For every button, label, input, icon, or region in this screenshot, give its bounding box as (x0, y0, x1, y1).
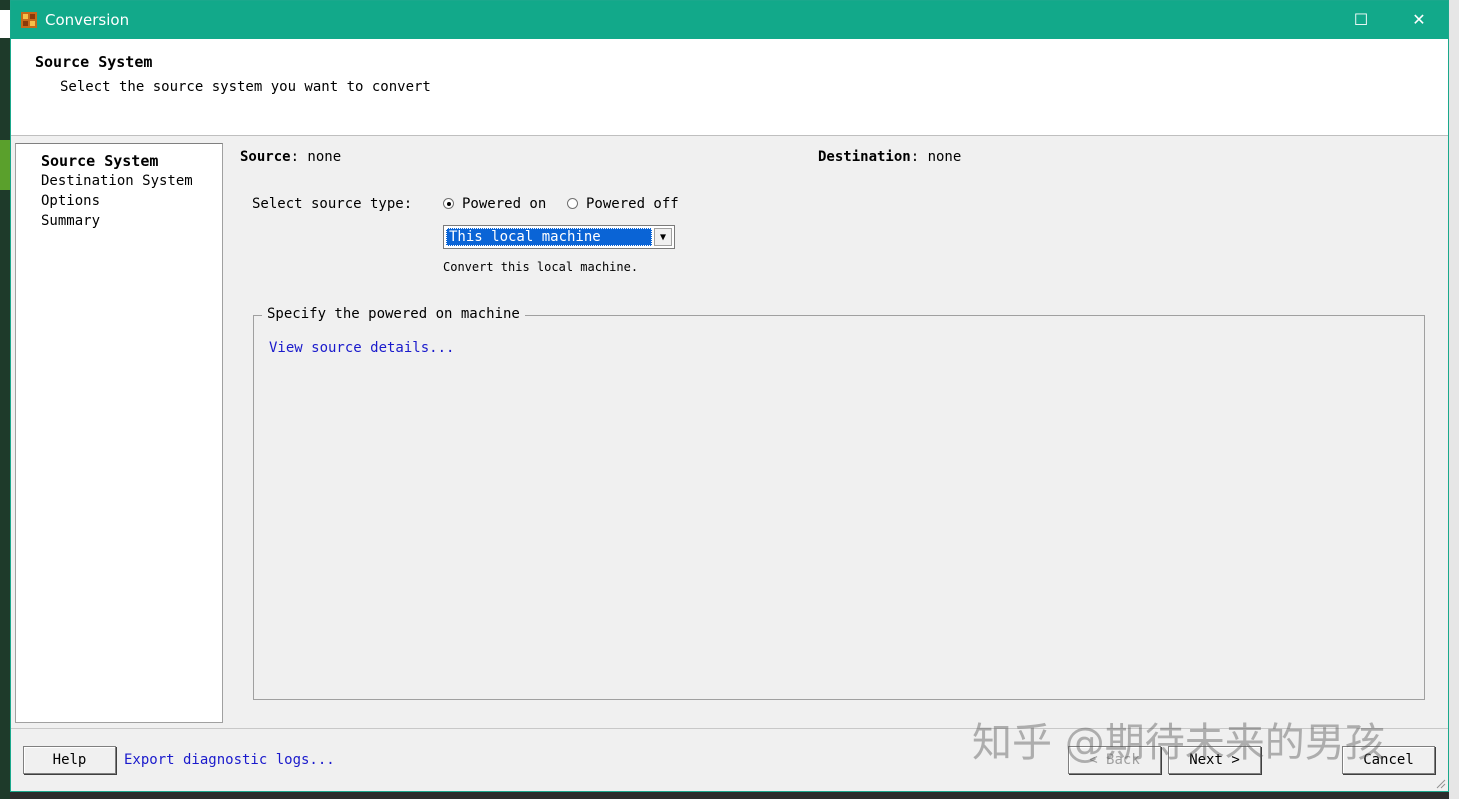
desktop-background-right (1449, 0, 1459, 799)
destination-summary: Destination: none (818, 149, 961, 165)
page-subtitle: Select the source system you want to con… (60, 79, 431, 95)
resize-grip-icon[interactable] (1434, 777, 1446, 789)
radio-powered-off-label: Powered off (586, 196, 679, 212)
view-source-details-link[interactable]: View source details... (269, 340, 454, 356)
step-options[interactable]: Options (41, 193, 100, 209)
minimize-button[interactable] (1274, 1, 1332, 39)
source-type-label: Select source type: (252, 196, 413, 212)
zhihu-watermark: 知乎 @期待未来的男孩 (972, 720, 1385, 766)
radio-powered-on-label: Powered on (462, 196, 547, 212)
wizard-step-list: Source System Destination System Options… (15, 143, 223, 723)
destination-value: : none (910, 149, 962, 165)
desktop-icon (0, 10, 10, 38)
source-value: : none (290, 149, 342, 165)
step-destination-system[interactable]: Destination System (41, 173, 193, 189)
converter-app-icon (21, 12, 37, 28)
source-machine-hint: Convert this local machine. (443, 260, 639, 274)
export-diagnostic-logs-link[interactable]: Export diagnostic logs... (124, 752, 335, 768)
desktop-background-left (0, 0, 10, 799)
source-machine-select-value[interactable]: This local machine (446, 228, 652, 246)
desktop-icon (0, 140, 10, 190)
source-machine-select[interactable]: This local machine ▼ (443, 225, 675, 249)
radio-powered-off[interactable]: Powered off (567, 196, 679, 212)
destination-label: Destination (818, 149, 911, 165)
step-source-system[interactable]: Source System (41, 152, 158, 170)
group-legend: Specify the powered on machine (262, 306, 525, 322)
wizard-header: Source System Select the source system y… (11, 39, 1448, 136)
powered-on-machine-group: Specify the powered on machine View sour… (253, 306, 1425, 700)
step-summary[interactable]: Summary (41, 213, 100, 229)
maximize-button[interactable]: ☐ (1332, 1, 1390, 39)
help-button[interactable]: Help (23, 746, 116, 774)
window-title: Conversion (45, 11, 130, 29)
close-button[interactable]: ✕ (1390, 1, 1448, 39)
chevron-down-icon[interactable]: ▼ (654, 228, 672, 246)
source-label: Source (240, 149, 291, 165)
page-title: Source System (35, 53, 153, 71)
title-bar[interactable]: Conversion ☐ ✕ (11, 1, 1448, 39)
source-summary: Source: none (240, 149, 341, 165)
radio-checked-icon[interactable] (443, 198, 454, 209)
radio-powered-on[interactable]: Powered on (443, 196, 546, 212)
main-panel: Source: none Destination: none Select so… (231, 139, 1441, 729)
conversion-window: Conversion ☐ ✕ Source System Select the … (10, 0, 1449, 792)
radio-unchecked-icon[interactable] (567, 198, 578, 209)
